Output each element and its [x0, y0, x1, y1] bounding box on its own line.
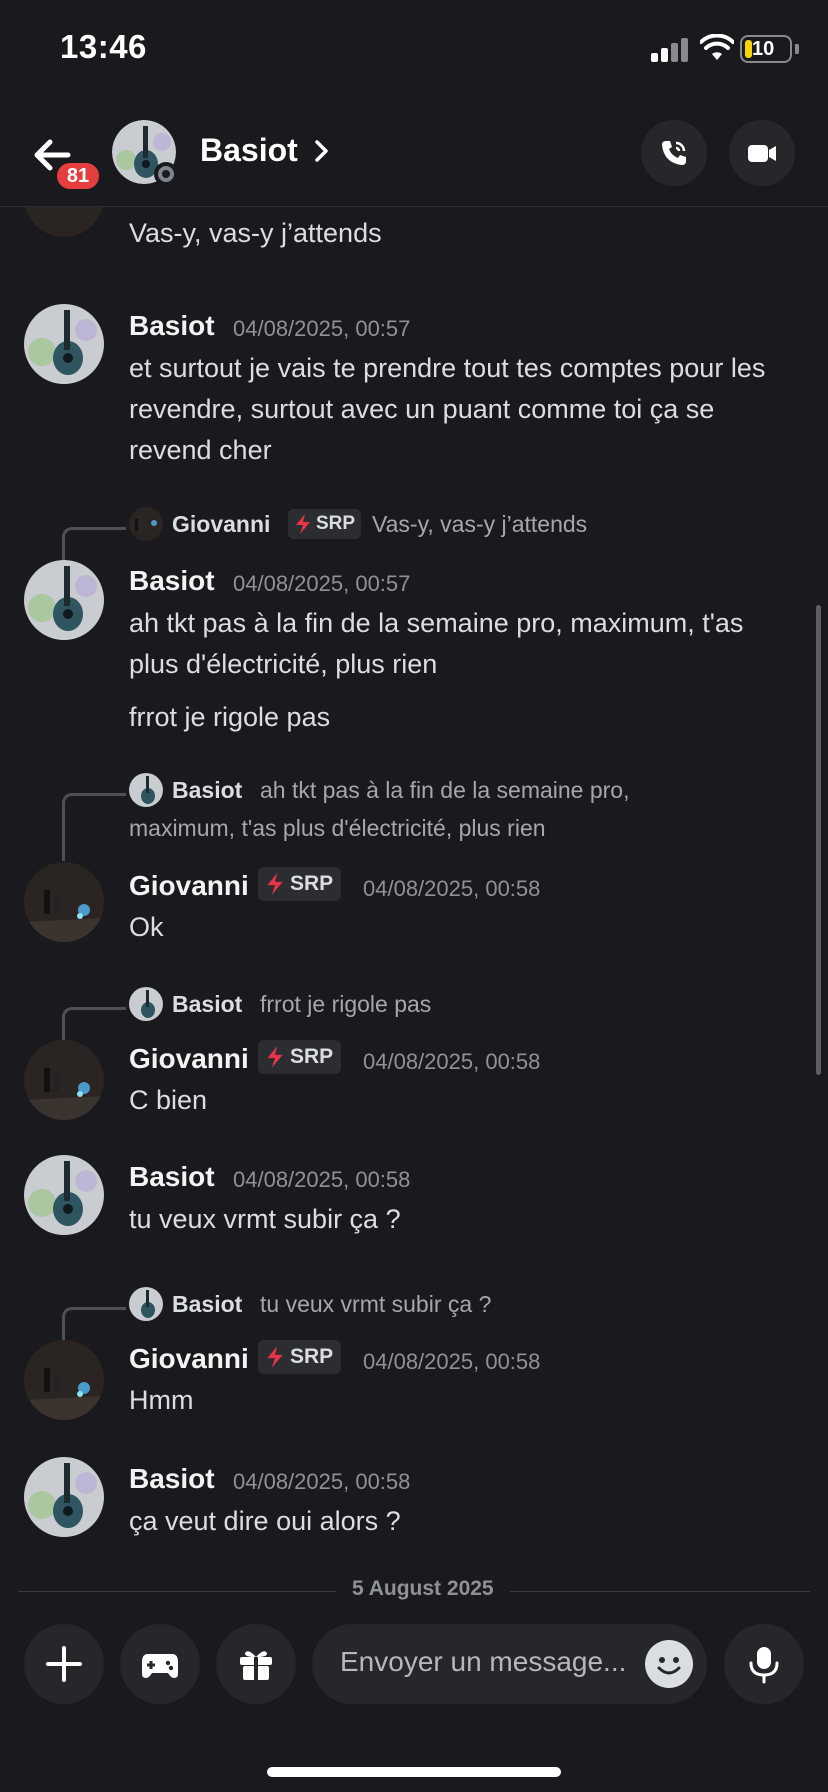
server-tag-badge: SRP [258, 1040, 342, 1074]
chevron-right-icon[interactable] [312, 136, 332, 166]
message-text: Ok [129, 912, 164, 942]
message-timestamp: 04/08/2025, 00:58 [233, 1469, 411, 1494]
avatar[interactable] [24, 1340, 104, 1420]
lightning-icon [267, 1346, 283, 1368]
avatar[interactable] [24, 862, 104, 942]
reply-preview[interactable]: maximum, t'as plus d'électricité, plus r… [129, 811, 546, 846]
channel-header: 81 Basiot [0, 100, 828, 207]
reply-author[interactable]: Basiot [172, 777, 242, 804]
battery-icon: 10 [740, 35, 792, 63]
avatar [129, 773, 163, 807]
message-text: ah tkt pas à la fin de la semaine pro, m… [129, 608, 744, 679]
message-timestamp: 04/08/2025, 00:58 [233, 1167, 411, 1192]
gift-button[interactable] [216, 1624, 296, 1704]
avatar[interactable] [24, 304, 104, 384]
message-timestamp: 04/08/2025, 00:57 [233, 316, 411, 341]
avatar [129, 507, 163, 541]
status-bar: 13:46 10 [0, 0, 828, 100]
home-indicator[interactable] [267, 1767, 561, 1777]
reply-connector [62, 1307, 126, 1343]
reply-connector [62, 527, 126, 563]
message-timestamp: 04/08/2025, 00:58 [363, 876, 541, 901]
server-tag-badge: SRP [258, 1340, 342, 1374]
message-text: ça veut dire oui alors ? [129, 1506, 401, 1536]
date-label: 5 August 2025 [336, 1577, 510, 1601]
gamepad-icon [142, 1654, 178, 1678]
smiley-icon [657, 1657, 681, 1675]
lightning-icon [296, 514, 310, 534]
message-author[interactable]: Basiot [129, 565, 215, 597]
message-text: Vas-y, vas-y j’attends [129, 218, 382, 248]
status-time: 13:46 [60, 28, 147, 65]
lightning-icon [267, 873, 283, 895]
reply-preview[interactable]: tu veux vrmt subir ça ? [260, 1287, 491, 1322]
message-text: C bien [129, 1085, 208, 1115]
message-timestamp: 04/08/2025, 00:57 [233, 571, 411, 596]
message-author[interactable]: Basiot [129, 1463, 215, 1495]
message-input[interactable]: Envoyer un message... [312, 1624, 707, 1704]
message-author[interactable]: Giovanni [129, 1043, 249, 1075]
scrollbar[interactable] [816, 605, 821, 1075]
message-text: Hmm [129, 1385, 194, 1415]
gift-icon [240, 1651, 272, 1680]
avatar [129, 987, 163, 1021]
message-author[interactable]: Giovanni [129, 1343, 249, 1375]
message-text: tu veux vrmt subir ça ? [129, 1204, 401, 1234]
avatar[interactable] [24, 1155, 104, 1235]
reply-author[interactable]: Basiot [172, 991, 242, 1018]
avatar [129, 1287, 163, 1321]
message-text: et surtout je vais te prendre tout tes c… [129, 353, 766, 465]
message-author[interactable]: Basiot [129, 1161, 215, 1193]
wifi-icon [700, 34, 734, 60]
reply-connector [62, 793, 126, 861]
server-tag-badge: SRP [258, 867, 342, 901]
server-tag-badge: SRP [288, 509, 362, 539]
lightning-icon [267, 1046, 283, 1068]
offline-status-icon [154, 162, 178, 186]
reply-preview[interactable]: ah tkt pas à la fin de la semaine pro, [260, 773, 630, 808]
activities-button[interactable] [120, 1624, 200, 1704]
reply-connector [62, 1007, 126, 1043]
unread-count-badge: 81 [54, 160, 102, 192]
message-author[interactable]: Giovanni [129, 870, 249, 902]
date-divider: 5 August 2025 [18, 1577, 810, 1607]
reply-author[interactable]: Basiot [172, 1291, 242, 1318]
message-timestamp: 04/08/2025, 00:58 [363, 1349, 541, 1374]
channel-title[interactable]: Basiot [200, 132, 298, 169]
avatar[interactable] [24, 1040, 104, 1120]
message-list[interactable]: Vas-y, vas-y j’attends Basiot 04/08/2025… [0, 207, 828, 1607]
reply-preview[interactable]: frrot je rigole pas [260, 987, 431, 1022]
reply-author[interactable]: Giovanni [172, 511, 270, 538]
message-input-placeholder: Envoyer un message... [340, 1646, 627, 1677]
emoji-button[interactable] [645, 1640, 693, 1688]
message-composer: Envoyer un message... [0, 1604, 828, 1792]
avatar[interactable] [24, 560, 104, 640]
avatar[interactable] [24, 1457, 104, 1537]
voice-message-button[interactable] [724, 1624, 804, 1704]
phone-icon [662, 141, 686, 165]
microphone-icon [749, 1647, 779, 1684]
reply-preview[interactable]: Vas-y, vas-y j’attends [372, 507, 587, 542]
message-author[interactable]: Basiot [129, 310, 215, 342]
message-text: frrot je rigole pas [129, 702, 331, 732]
add-attachment-button[interactable] [24, 1624, 104, 1704]
video-call-button[interactable] [729, 120, 795, 186]
video-camera-icon [748, 145, 776, 162]
battery-level: 10 [752, 38, 775, 60]
avatar[interactable] [24, 207, 104, 237]
message-timestamp: 04/08/2025, 00:58 [363, 1049, 541, 1074]
plus-icon [46, 1646, 82, 1682]
cellular-signal-icon [651, 38, 691, 62]
voice-call-button[interactable] [641, 120, 707, 186]
